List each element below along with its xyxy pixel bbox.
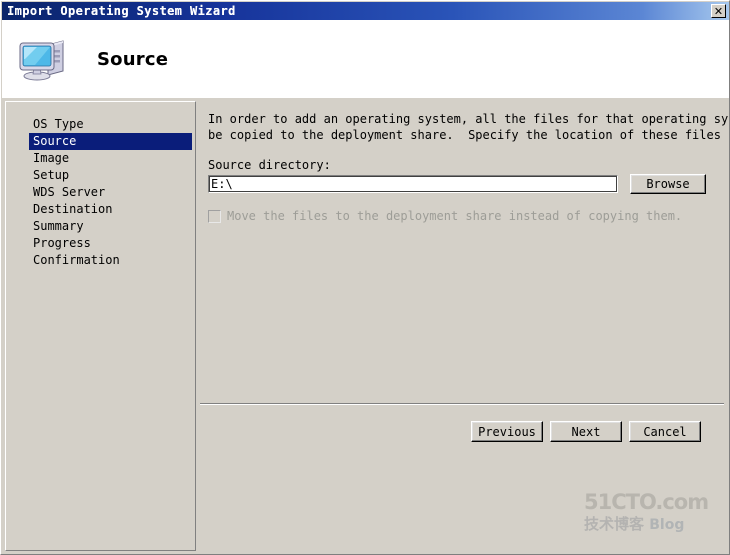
sidebar-item-destination[interactable]: Destination [29,201,191,218]
page-title: Source [97,48,169,70]
next-button[interactable]: Next [550,421,622,442]
footer-separator [200,403,724,405]
instruction-text: In order to add an operating system, all… [208,112,729,142]
move-files-checkbox[interactable] [208,209,221,223]
source-directory-label: Source directory: [208,158,331,172]
move-files-label: Move the files to the deployment share i… [227,209,683,223]
wizard-steps-sidebar: OS Type Source Image Setup WDS Server De… [5,101,196,551]
cancel-button[interactable]: Cancel [629,421,701,442]
wizard-header: Source [2,20,729,98]
sidebar-item-source[interactable]: Source [29,133,192,150]
sidebar-item-summary[interactable]: Summary [29,218,191,235]
computer-icon [17,35,69,83]
sidebar-item-setup[interactable]: Setup [29,167,191,184]
content-pane: In order to add an operating system, all… [201,101,729,551]
title-bar: Import Operating System Wizard ✕ [2,2,729,20]
sidebar-item-image[interactable]: Image [29,150,191,167]
previous-button[interactable]: Previous [471,421,543,442]
close-icon: ✕ [713,4,724,18]
close-button[interactable]: ✕ [711,4,726,18]
sidebar-item-confirmation[interactable]: Confirmation [29,252,191,269]
move-files-row: Move the files to the deployment share i… [208,209,682,223]
wizard-window: Import Operating System Wizard ✕ Source … [0,0,730,555]
browse-button[interactable]: Browse [630,174,706,194]
source-directory-input[interactable] [208,175,618,193]
sidebar-item-wds-server[interactable]: WDS Server [29,184,191,201]
sidebar-item-progress[interactable]: Progress [29,235,191,252]
wizard-body: OS Type Source Image Setup WDS Server De… [2,98,729,554]
footer-button-bar: Previous Next Cancel [200,421,724,451]
sidebar-item-os-type[interactable]: OS Type [29,116,191,133]
window-title: Import Operating System Wizard [7,4,236,18]
